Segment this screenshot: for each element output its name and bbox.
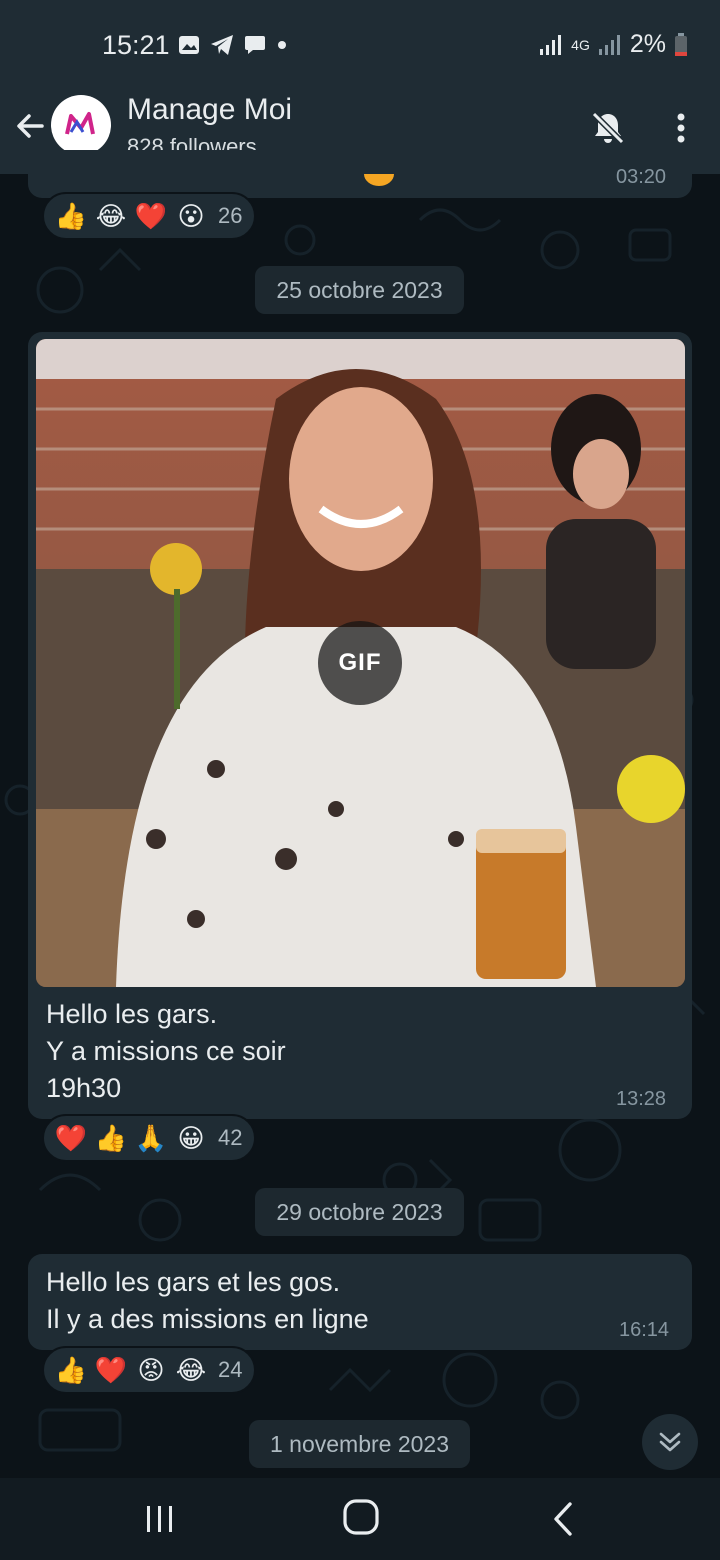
reaction-count: 42 — [218, 1125, 243, 1150]
reaction-bar[interactable]: 👍 ❤️ 😡 😂 24 — [42, 1346, 257, 1394]
network-type: 4G — [571, 36, 590, 53]
date-separator: 25 octobre 2023 — [255, 266, 464, 314]
double-chevron-down-icon — [659, 1432, 681, 1452]
angry-reaction: 😡 — [137, 1355, 165, 1385]
chat-icon — [245, 36, 265, 54]
message-time: 13:28 — [616, 1088, 667, 1110]
message-text: Hello les gars. Y a missions ce soir 19h… — [46, 999, 286, 1103]
more-options-icon[interactable] — [666, 108, 696, 148]
notification-icons — [178, 34, 288, 56]
emoji-partial-icon — [364, 174, 394, 186]
system-nav-bar — [0, 1478, 720, 1560]
telegram-icon — [211, 35, 233, 55]
mute-bell-icon[interactable] — [588, 108, 628, 148]
gallery-icon — [179, 36, 199, 54]
heart-reaction: ❤️ — [54, 1123, 88, 1153]
status-time: 15:21 — [102, 30, 170, 60]
status-bar: 15:21 4G 2% — [0, 0, 720, 88]
channel-title[interactable]: Manage Moi — [127, 93, 292, 127]
signal-icon — [540, 34, 562, 55]
grinning-reaction: 😀 — [177, 1123, 205, 1153]
channel-avatar[interactable] — [51, 95, 111, 155]
pray-reaction: 🙏 — [134, 1123, 168, 1153]
laughing-reaction: 😂 — [95, 201, 127, 231]
message-time: 03:20 — [616, 166, 667, 188]
home-icon[interactable] — [340, 1496, 382, 1538]
recent-apps-icon[interactable] — [142, 1502, 178, 1536]
signal-icon — [598, 34, 620, 55]
gif-media[interactable]: GIF — [36, 339, 685, 987]
thumbs-up-reaction: 👍 — [54, 1355, 88, 1385]
reaction-bar[interactable]: 👍 😂 ❤️ 😮 26 — [42, 192, 257, 240]
reaction-bar[interactable]: ❤️ 👍 🙏 😀 42 — [42, 1114, 257, 1162]
system-indicators: 4G 2% — [539, 30, 688, 59]
surprised-reaction: 😮 — [177, 201, 205, 231]
back-arrow-icon[interactable] — [12, 108, 48, 144]
date-label: 1 novembre 2023 — [269, 1430, 449, 1457]
scroll-to-bottom-button[interactable] — [642, 1414, 698, 1470]
heart-reaction: ❤️ — [94, 1355, 128, 1385]
gif-badge: GIF — [318, 621, 402, 705]
message-text: Hello les gars et les gos. Il y a des mi… — [46, 1267, 369, 1334]
battery-icon — [675, 32, 687, 56]
channel-logo-icon — [65, 112, 95, 135]
thumbs-up-reaction: 👍 — [54, 201, 88, 231]
message-time: 16:14 — [619, 1319, 670, 1341]
date-label: 29 octobre 2023 — [276, 1198, 443, 1225]
reaction-count: 24 — [218, 1357, 243, 1382]
heart-reaction: ❤️ — [134, 201, 168, 231]
reaction-count: 26 — [218, 203, 243, 228]
message-bubble[interactable]: Hello les gars et les gos. Il y a des mi… — [28, 1254, 692, 1350]
date-separator: 1 novembre 2023 — [249, 1420, 470, 1468]
dot-icon — [278, 41, 286, 49]
nav-back-icon[interactable] — [550, 1500, 578, 1538]
date-label: 25 octobre 2023 — [276, 276, 443, 303]
laughing-reaction: 😂 — [175, 1355, 207, 1385]
battery-level: 2% — [629, 30, 666, 58]
thumbs-up-reaction: 👍 — [94, 1123, 128, 1153]
message-bubble[interactable]: 03:20 — [28, 150, 692, 198]
date-separator: 29 octobre 2023 — [255, 1188, 464, 1236]
